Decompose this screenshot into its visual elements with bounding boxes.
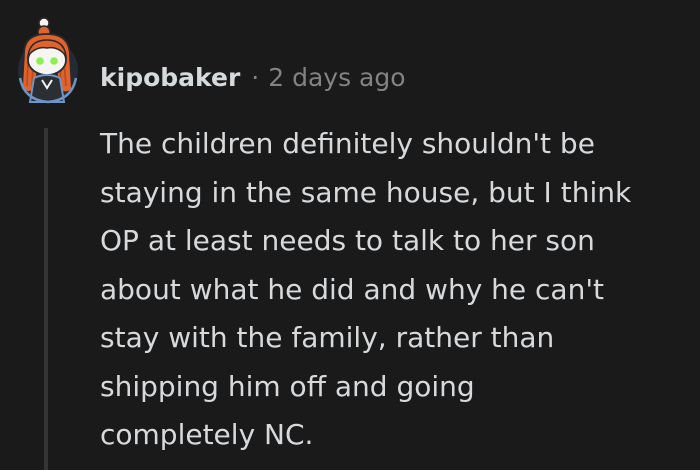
thread-collapse-line[interactable] (44, 128, 48, 470)
comment-body: The children definitely shouldn't be sta… (100, 120, 695, 460)
username-link[interactable]: kipobaker (100, 60, 240, 96)
comment-body-line: completely NC. (100, 418, 314, 451)
reddit-snoo-avatar-icon (18, 17, 78, 104)
timestamp-link[interactable]: 2 days ago (268, 60, 405, 96)
comment-body-line: about what he did and why he can't (100, 272, 605, 306)
comment-body-line: staying in the same house, but I think (100, 175, 632, 209)
comment-body-line: stay with the family, rather than (100, 321, 555, 354)
comment-body-line: The children definitely shouldn't be (100, 127, 595, 160)
comment-body-line: OP at least needs to talk to her son (100, 224, 595, 257)
meta-separator: · (251, 63, 260, 92)
comment-header: kipobaker · 2 days ago (100, 60, 406, 96)
comment: kipobaker · 2 days ago The children defi… (0, 0, 700, 470)
avatar[interactable] (14, 16, 86, 104)
comment-body-line: shipping him off and going (100, 369, 475, 403)
